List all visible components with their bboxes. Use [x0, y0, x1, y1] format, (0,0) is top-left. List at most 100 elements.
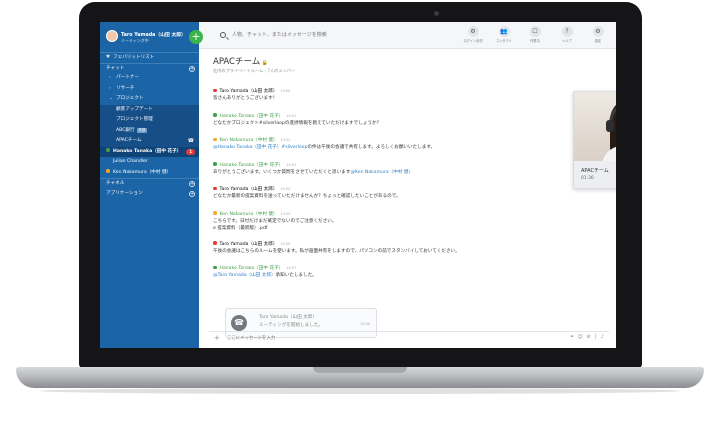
working-tool[interactable]: ☐ 作業中 — [523, 26, 547, 43]
top-bar: ⚙ ログイン状況 👥 コンタクト ☐ 作業中 ? ヘルプ ⚙ 設定 — [199, 22, 616, 49]
sidebar-apps-header[interactable]: アプリケーション + — [100, 189, 199, 200]
video-call-window[interactable]: APACチーム 01:36 🎤 ☎ — [573, 91, 616, 189]
settings-tool[interactable]: ⚙ 設定 — [586, 26, 610, 43]
message-body: どなたか最新の提案資料を送っていただけませんか？ちょっと確認したいことがあるので… — [213, 194, 401, 199]
message: Ken Nakamura（中村 健） 14:55 こちらです。日付だけまだ確定でな… — [213, 210, 493, 240]
phone-icon: ☎ — [187, 138, 194, 144]
message-time: 14:57 — [286, 266, 297, 270]
sidebar-item-abc-bank[interactable]: ABC銀行 外部 — [100, 125, 199, 136]
presence-dot — [213, 241, 217, 245]
presence-dot — [213, 162, 217, 166]
phone-icon: ☎ — [231, 315, 247, 331]
settings-icon: ⚙ — [592, 26, 604, 37]
message-author[interactable]: Ken Nakamura（中村 健） — [220, 138, 278, 143]
message-author[interactable]: Taro Yamada（山田 太郎） — [220, 242, 278, 247]
sidebar-section-label: チャット — [106, 65, 125, 71]
message-list: Taro Yamada（山田 太郎） 14:50 皆さんありがとうございます！ H… — [213, 87, 493, 289]
tablet-icon: ☐ — [529, 26, 541, 37]
presence-dot — [213, 137, 217, 142]
app-screen: Taro Yamada（山田 太郎） ミーティング中 ♥ フェバリットリスト チャ… — [100, 22, 616, 348]
lock-icon: 🔒 — [260, 60, 269, 66]
attachment-link[interactable]: ⌀ 提案資料（最新版）.pdf — [213, 225, 493, 232]
message-time: 14:55 — [280, 211, 291, 216]
message-body: @Taro Yamada（山田 太郎）承知いたしました。 — [213, 273, 317, 278]
caller-shirt — [602, 146, 616, 161]
message: Taro Yamada（山田 太郎） 14:50 皆さんありがとうございます！ — [213, 87, 493, 112]
call-card-name: Taro Yamada（山田 太郎） — [259, 315, 317, 320]
chevron-down-icon: ⌄ — [109, 96, 113, 101]
message-author[interactable]: Taro Yamada（山田 太郎） — [220, 89, 278, 94]
external-tag: 外部 — [136, 127, 148, 133]
message-time: 14:53 — [286, 162, 297, 167]
search-input[interactable] — [232, 29, 412, 41]
help-tool[interactable]: ? ヘルプ — [555, 26, 579, 43]
search-icon — [220, 32, 226, 38]
mention-link[interactable]: @Taro Yamada（山田 太郎） — [213, 273, 276, 278]
add-channel-icon[interactable]: + — [189, 181, 195, 187]
mention-link[interactable]: @Ken Nakamura（中村 健） — [350, 170, 413, 175]
message-time: 14:52 — [280, 138, 291, 142]
presence-dot — [106, 169, 110, 173]
sidebar-chat-header[interactable]: チャット + — [100, 62, 199, 74]
video-call-bar: APACチーム 01:36 🎤 ☎ — [574, 161, 616, 188]
user-name: Taro Yamada（山田 太郎） — [121, 33, 186, 38]
sidebar-item-partner[interactable]: › パートナー — [100, 73, 199, 84]
contacts-tool[interactable]: 👥 コンタクト — [492, 26, 516, 43]
add-app-icon[interactable]: + — [189, 190, 195, 197]
video-call-time: 01:36 — [581, 176, 594, 181]
chevron-right-icon: › — [109, 75, 111, 80]
sidebar-item-ken[interactable]: Ken Nakamura（中村 健） — [100, 168, 199, 179]
message-time: 14:54 — [280, 187, 291, 191]
composer-tools-icon[interactable]: ⚭ ☺ ⊘ │ ♪ — [570, 334, 605, 340]
sidebar-item-customer-update[interactable]: 顧客アップデート — [100, 104, 199, 115]
laptop-notch — [313, 367, 407, 373]
sidebar-favorites[interactable]: ♥ フェバリットリスト — [100, 52, 199, 63]
sidebar-item-research[interactable]: › リサーチ — [100, 84, 199, 95]
message-time: 14:50 — [280, 89, 291, 93]
presence-dot — [106, 159, 110, 163]
caller-video — [574, 92, 616, 161]
status-tool[interactable]: ⚙ ログイン状況 — [461, 26, 485, 43]
message-author[interactable]: Hanako Tanaka（田中 花子） — [220, 114, 284, 119]
add-chat-icon[interactable]: + — [189, 65, 195, 72]
message-body: 午後の会議はこちらのルームを使います。私が画面共有をしますので、パソコンの前でス… — [213, 248, 460, 254]
avatar[interactable] — [106, 30, 118, 42]
sidebar-item-hanako[interactable]: Hanako Tanaka（田中 花子） 1 — [100, 146, 199, 157]
sidebar-item-project-management[interactable]: プロジェクト管理 — [100, 115, 199, 126]
sidebar: Taro Yamada（山田 太郎） ミーティング中 ♥ フェバリットリスト チャ… — [100, 22, 199, 348]
new-chat-button[interactable]: + — [189, 30, 203, 44]
message: Ken Nakamura（中村 健） 14:52 @Hanako Tanaka（田… — [213, 136, 493, 161]
sidebar-channels-header[interactable]: チャネル + — [100, 178, 199, 189]
message: Hanako Tanaka（田中 花子） 14:51 どなたかプロジェクト#sil… — [213, 112, 493, 137]
sidebar-item-project[interactable]: ⌄ プロジェクト — [100, 94, 199, 105]
user-status[interactable]: ミーティング中 — [121, 38, 149, 44]
sidebar-item-apac-team[interactable]: APACチーム ☎ — [100, 136, 199, 147]
presence-dot — [213, 88, 217, 93]
message-author[interactable]: Hanako Tanaka（田中 花子） — [220, 163, 284, 168]
message-author[interactable]: Ken Nakamura（中村 健） — [220, 212, 278, 217]
message-input[interactable] — [227, 334, 527, 343]
message-author[interactable]: Taro Yamada（山田 太郎） — [220, 187, 278, 192]
message-time: 14:56 — [280, 241, 291, 246]
chevron-right-icon: › — [109, 85, 111, 91]
sidebar-item-julian[interactable]: Julian Chandler — [100, 157, 199, 168]
call-card-body: ミーティングを開始しました。 — [259, 323, 324, 328]
message-author[interactable]: Hanako Tanaka（田中 花子） — [220, 266, 284, 271]
presence-dot — [213, 211, 217, 215]
sidebar-header: Taro Yamada（山田 太郎） ミーティング中 — [100, 22, 199, 52]
presence-dot — [106, 148, 110, 152]
laptop-shadow — [40, 388, 680, 394]
gear-icon: ⚙ — [467, 26, 479, 37]
help-icon: ? — [561, 26, 573, 37]
chat-panel: APACチーム 🔒 社内のプライベートルーム｜7人のメンバー Taro Yama… — [199, 49, 616, 348]
presence-dot — [213, 265, 217, 270]
message-body: @Hanako Tanaka（田中 花子）#silverloopの件は午後の会議… — [213, 145, 436, 150]
message-composer: + ⚭ ☺ ⊘ │ ♪ — [209, 331, 609, 344]
message-body: どなたかプロジェクト#silverloopの進捗情報を教えていただけますでしょう… — [213, 120, 382, 126]
presence-dot — [213, 113, 217, 117]
message-body: こちらです。日付だけまだ確定でないのでご注意ください。 — [213, 218, 337, 224]
presence-dot — [213, 186, 217, 191]
mention-link[interactable]: @Hanako Tanaka（田中 花子）#silverloop — [213, 145, 307, 150]
attach-plus-icon[interactable]: + — [214, 335, 220, 342]
call-card-time: 15:00 — [360, 322, 370, 326]
